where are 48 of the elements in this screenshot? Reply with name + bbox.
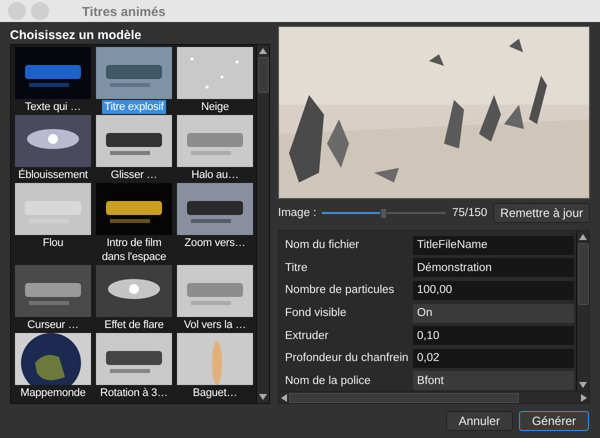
frame-reading: 75/150 (452, 207, 488, 219)
template-label[interactable]: Mappemonde (18, 386, 88, 400)
property-name: Nombre de particules (285, 284, 396, 296)
scroll-thumb[interactable] (289, 392, 519, 402)
scrollbar[interactable] (576, 231, 589, 391)
property-name: Profondeur du chanfrein (285, 352, 410, 364)
template-label[interactable]: Neige (199, 100, 231, 114)
property-name: Nom de la police (285, 374, 372, 387)
scroll-thumb[interactable] (258, 57, 268, 93)
horizontal-scrollbar[interactable] (279, 391, 589, 403)
template-label[interactable]: Effet de flare (102, 318, 166, 332)
scroll-right-icon[interactable] (581, 394, 587, 402)
property-dropdown[interactable]: On (413, 304, 574, 323)
scroll-thumb[interactable] (578, 243, 588, 305)
template-label[interactable]: Texte qui … (23, 100, 83, 114)
template-label[interactable]: Halo au… (189, 168, 241, 182)
property-name: Fond visible (285, 307, 348, 320)
cancel-button[interactable]: Annuler (446, 411, 513, 431)
template-label[interactable]: Baguet… (190, 386, 240, 400)
property-name: Titre (285, 262, 309, 274)
template-label[interactable]: Rotation à 3… (98, 386, 170, 400)
property-field[interactable]: 100,00 (413, 280, 574, 300)
template-label[interactable]: Flou (40, 236, 66, 250)
property-field[interactable]: 0,10 (413, 326, 574, 346)
template-label[interactable]: Curseur … (25, 318, 81, 332)
panel-heading: Choisissez un modèle (10, 27, 142, 44)
scroll-down-icon[interactable] (259, 394, 267, 400)
scroll-up-icon[interactable] (259, 48, 267, 54)
generate-button[interactable]: Générer (518, 411, 589, 431)
template-label[interactable]: Glisser … (108, 168, 160, 182)
template-label[interactable]: Zoom vers… (182, 236, 248, 250)
property-field[interactable]: 0,02 (413, 348, 574, 368)
scroll-down-icon[interactable] (579, 382, 587, 388)
slider-handle[interactable] (380, 208, 388, 218)
property-name: Extruder (285, 330, 330, 342)
template-label[interactable]: Vol vers la … (182, 318, 248, 332)
scroll-left-icon[interactable] (281, 394, 287, 402)
template-label[interactable]: Éblouissement (16, 168, 90, 182)
window-title: Titres animés (82, 4, 166, 18)
property-dropdown[interactable]: Bfont (413, 371, 574, 390)
property-field[interactable]: TitleFileName (413, 236, 574, 255)
property-name: Nom du fichier (285, 239, 360, 252)
scroll-up-icon[interactable] (579, 234, 587, 240)
property-field[interactable]: Démonstration (413, 258, 574, 278)
template-label[interactable]: Intro de film dans l'espace (96, 236, 172, 264)
scrollbar[interactable] (256, 45, 269, 403)
frame-label: Image : (278, 207, 316, 219)
refresh-button[interactable]: Remettre à jour (493, 203, 590, 223)
